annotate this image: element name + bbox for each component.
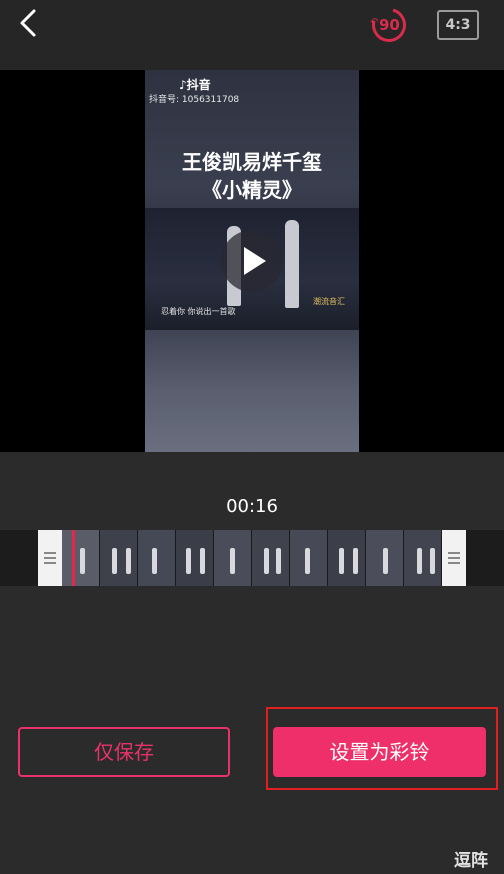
frame-thumbnail — [366, 530, 404, 586]
playhead[interactable] — [72, 530, 75, 586]
video-title-line1: 王俊凯易烊千玺 — [182, 150, 322, 174]
video-lower-area — [145, 330, 359, 452]
account-id: 抖音号: 1056311708 — [149, 95, 240, 105]
play-icon — [244, 247, 266, 275]
aspect-ratio-button[interactable]: 4:3 — [437, 10, 479, 40]
video-title-line2: 《小精灵》 — [202, 178, 302, 202]
frame-thumbnails — [62, 530, 442, 586]
trim-handle-left[interactable] — [38, 530, 62, 586]
top-bar: ↶ 90 4:3 — [0, 0, 504, 70]
frame-thumbnail — [252, 530, 290, 586]
frame-thumbnail — [62, 530, 100, 586]
current-time: 00:16 — [226, 496, 278, 517]
rotate-label: 90 — [379, 16, 400, 34]
rotate-button[interactable]: ↶ 90 — [365, 1, 413, 49]
tiktok-logo: ♪抖音 — [179, 78, 211, 92]
video-stage: ♪抖音 抖音号: 1056311708 王俊凯易烊千玺 《小精灵》 忍着你 你说… — [0, 70, 504, 452]
save-only-button[interactable]: 仅保存 — [18, 727, 230, 777]
performer-figure — [285, 220, 299, 308]
frame-thumbnail — [290, 530, 328, 586]
frame-thumbnail — [404, 530, 442, 586]
timeline-strip[interactable] — [0, 530, 504, 586]
video-preview[interactable]: ♪抖音 抖音号: 1056311708 王俊凯易烊千玺 《小精灵》 忍着你 你说… — [145, 70, 359, 452]
frame-thumbnail — [176, 530, 214, 586]
channel-watermark: 潮流音汇 — [313, 297, 345, 306]
video-subtitle: 忍着你 你说出一首歌 — [161, 307, 236, 316]
site-watermark: 逗阵 — [454, 851, 488, 871]
frame-thumbnail — [100, 530, 138, 586]
frame-thumbnail — [138, 530, 176, 586]
frame-thumbnail — [214, 530, 252, 586]
trim-handle-right[interactable] — [442, 530, 466, 586]
back-icon[interactable] — [14, 8, 44, 38]
play-button[interactable] — [221, 230, 283, 292]
frame-thumbnail — [328, 530, 366, 586]
set-ringtone-button[interactable]: 设置为彩铃 — [273, 727, 486, 777]
